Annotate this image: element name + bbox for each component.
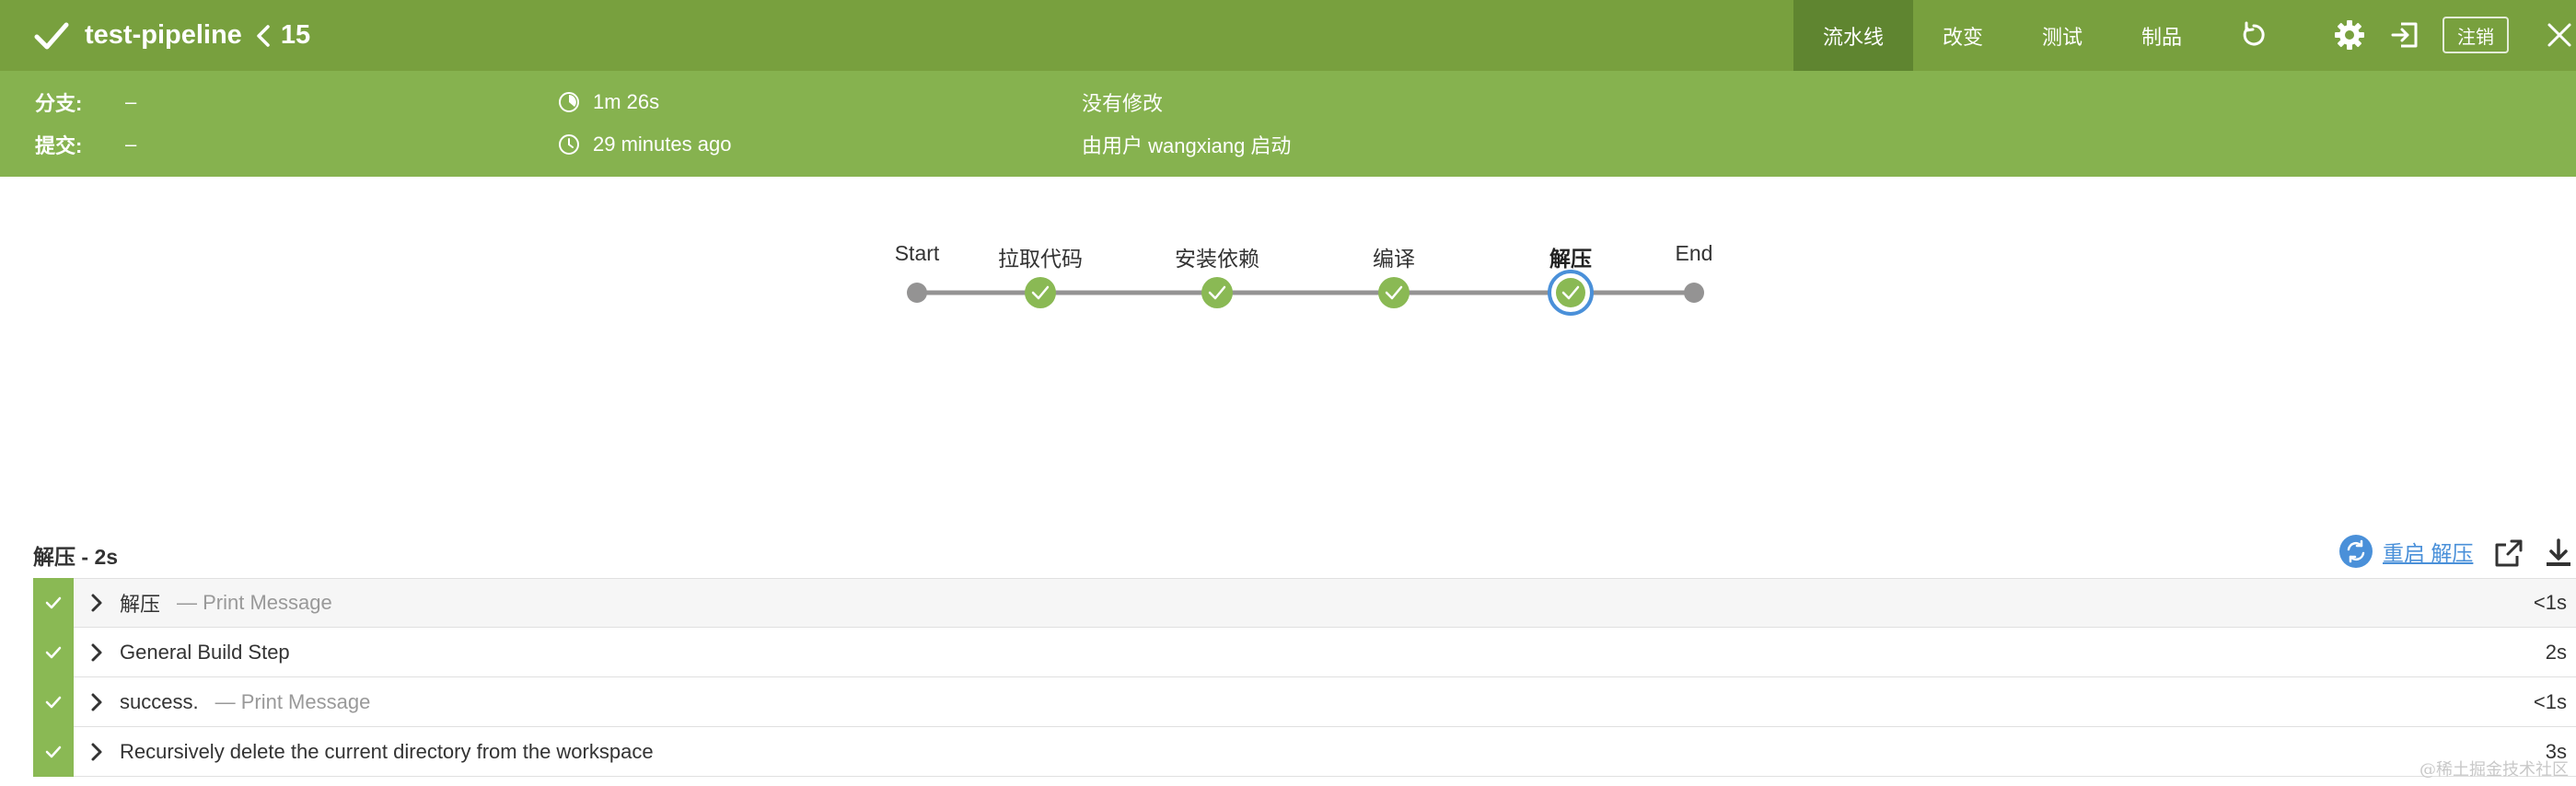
check-icon [45, 696, 62, 708]
step-description: — Print Message [215, 689, 371, 713]
commit-label: 提交: [35, 134, 83, 157]
step-name: General Build Step [120, 640, 290, 664]
gear-icon [2335, 20, 2364, 50]
started-info: 29 minutes ago [558, 130, 731, 159]
chevron-right-icon[interactable] [88, 642, 105, 663]
check-icon [45, 596, 62, 609]
pipeline-graph-canvas [907, 270, 1704, 316]
duration-icon [559, 92, 579, 112]
end-node [1684, 283, 1704, 303]
step-list: 解压 — Print Message <1s General Build Ste… [33, 578, 2576, 777]
run-title: test-pipeline 15 [0, 0, 310, 71]
stage-node-install[interactable] [1201, 277, 1233, 308]
duration-value: 1m 26s [593, 90, 660, 113]
step-status-success [33, 578, 74, 628]
step-name: 解压 [120, 593, 161, 616]
chevron-right-icon[interactable] [88, 692, 105, 712]
step-row[interactable]: Recursively delete the current directory… [33, 726, 2576, 777]
replay-icon [2243, 21, 2265, 46]
exit-button[interactable] [2386, 17, 2423, 53]
stage-log-title: 解压 - 2s [33, 545, 119, 569]
replay-button[interactable] [2235, 17, 2272, 53]
tab-tests[interactable]: 测试 [2013, 0, 2112, 71]
tab-changes[interactable]: 改变 [1913, 0, 2013, 71]
commit-value: – [125, 133, 137, 156]
check-icon [45, 746, 62, 757]
stage-node-compile[interactable] [1378, 277, 1410, 308]
open-external-icon[interactable] [2493, 537, 2524, 569]
run-meta-bar: 分支: – 提交: – 1m 26s 29 minutes ago 没有修改 由… [0, 71, 2576, 177]
stage-node-checkout[interactable] [1025, 277, 1056, 308]
chevron-right-icon[interactable] [88, 742, 105, 762]
started-ago: 29 minutes ago [593, 133, 732, 156]
branch-value: – [125, 90, 137, 113]
download-icon[interactable] [2543, 537, 2574, 569]
tab-pipeline[interactable]: 流水线 [1793, 0, 1914, 71]
step-duration: <1s [2533, 591, 2567, 614]
started-by-text: 由用户 wangxiang 启动 [1082, 134, 1292, 157]
step-row[interactable]: General Build Step 2s [33, 627, 2576, 677]
success-check-icon [34, 22, 69, 49]
step-row[interactable]: success. — Print Message <1s [33, 676, 2576, 727]
step-duration: 2s [2545, 640, 2567, 664]
step-name: success. [120, 689, 199, 713]
step-status-success [33, 676, 74, 727]
logout-button[interactable]: 注销 [2443, 17, 2509, 53]
restart-icon[interactable] [2338, 534, 2373, 569]
step-status-success [33, 627, 74, 677]
branch-info: 分支: – [35, 87, 136, 117]
close-button[interactable] [2541, 17, 2576, 53]
step-duration: <1s [2533, 689, 2567, 713]
exit-icon [2391, 22, 2418, 48]
branch-label: 分支: [35, 92, 83, 115]
restart-stage-link[interactable]: 重启 解压 [2383, 536, 2473, 567]
tab-artifacts[interactable]: 制品 [2112, 0, 2211, 71]
top-nav: 流水线 改变 测试 制品 [1793, 0, 2211, 71]
chevron-left-icon[interactable] [253, 24, 273, 48]
changes-info: 没有修改 [1082, 87, 1163, 117]
restart-stage[interactable]: 重启 解压 [2338, 534, 2473, 569]
pipeline-name[interactable]: test-pipeline [85, 20, 242, 51]
changes-text: 没有修改 [1082, 92, 1164, 115]
pipeline-graph: Start 拉取代码 安装依赖 编译 解压 End [0, 177, 2576, 508]
duration-info: 1m 26s [558, 87, 659, 117]
run-number: 15 [280, 20, 311, 50]
started-by-info: 由用户 wangxiang 启动 [1082, 130, 1291, 159]
start-node [907, 283, 927, 303]
close-icon [2547, 23, 2571, 47]
watermark: @稀土掘金技术社区 [2419, 760, 2569, 780]
stage-node-unzip-selected[interactable] [1548, 270, 1594, 316]
chevron-right-icon[interactable] [88, 593, 105, 613]
step-status-success [33, 726, 74, 777]
settings-button[interactable] [2331, 17, 2368, 53]
top-bar: test-pipeline 15 流水线 改变 测试 制品 注销 [0, 0, 2576, 71]
step-row[interactable]: 解压 — Print Message <1s [33, 578, 2576, 628]
step-name: Recursively delete the current directory… [120, 739, 654, 763]
clock-icon [559, 134, 579, 155]
commit-info: 提交: – [35, 130, 136, 159]
check-icon [45, 646, 62, 658]
step-description: — Print Message [177, 591, 332, 614]
